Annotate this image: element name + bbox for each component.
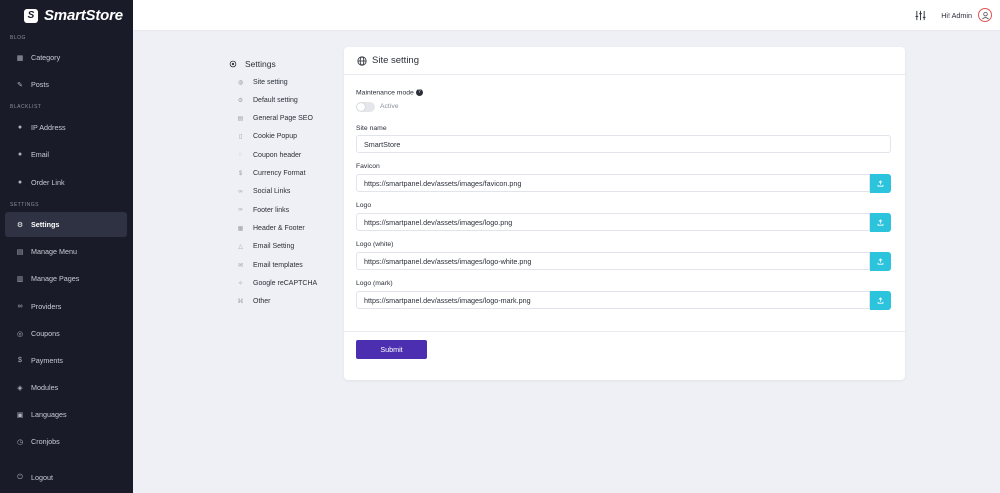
logo-label: Logo	[356, 202, 372, 209]
sidebar-item-providers[interactable]: ∞ Providers	[5, 294, 127, 319]
submenu-item-coupon-header[interactable]: ◌ Coupon header	[237, 150, 302, 160]
sidebar-item-posts[interactable]: ✎ Posts	[5, 72, 127, 97]
submenu-item-google-recaptcha[interactable]: ✧ Google reCAPTCHA	[237, 278, 317, 288]
sidebar-item-category[interactable]: ▦ Category	[5, 45, 127, 70]
grid-icon: ▦	[16, 54, 24, 62]
sidebar-item-languages[interactable]: ▣ Languages	[5, 402, 127, 427]
submenu-item-cookie-popup[interactable]: ▯ Cookie Popup	[237, 132, 297, 142]
bell-icon: △	[238, 244, 243, 251]
box-icon: ◈	[17, 384, 23, 392]
layout-icon: ▦	[237, 225, 244, 232]
captcha-icon: ✧	[237, 280, 244, 287]
card-divider	[344, 331, 905, 332]
maintenance-toggle-label: Active	[380, 103, 399, 110]
logout-icon: ⏻	[17, 473, 23, 481]
sidebar: S SmartStore BLOG ▦ Category ✎ Posts BLACK…	[0, 0, 133, 493]
submenu-item-currency-format[interactable]: $ Currency Format	[237, 169, 306, 179]
section-label-settings: SETTINGS	[10, 202, 40, 208]
section-label-blacklist: BLACKLIST	[10, 104, 42, 110]
card-header: Site setting	[344, 47, 905, 75]
globe-icon: ◍	[237, 79, 244, 86]
favicon-input[interactable]: https://smartpanel.dev/assets/images/fav…	[356, 174, 870, 192]
globe-icon	[357, 55, 367, 66]
maintenance-toggle[interactable]	[356, 102, 375, 112]
submenu-item-general-page-seo[interactable]: ▤ General Page SEO	[237, 114, 313, 124]
mail-icon: ✉	[237, 262, 244, 269]
bookmark-icon: ▯	[238, 134, 243, 141]
sidebar-item-order-link[interactable]: ● Order Link	[5, 170, 127, 195]
submenu-title: Settings	[229, 59, 276, 69]
dollar-icon: $	[238, 170, 243, 177]
submenu-item-footer-links[interactable]: ∞ Footer links	[237, 205, 289, 215]
logo-mark-input[interactable]: https://smartpanel.dev/assets/images/log…	[356, 291, 870, 309]
logo-mark-upload-button[interactable]	[870, 291, 891, 310]
card-title: Site setting	[372, 55, 419, 66]
brand[interactable]: S SmartStore	[0, 0, 133, 31]
user-icon	[981, 11, 989, 19]
submenu-item-social-links[interactable]: ∞ Social Links	[237, 187, 290, 197]
sidebar-item-payments[interactable]: $ Payments	[5, 348, 127, 373]
site-name-label: Site name	[356, 125, 387, 132]
site-setting-card: Site setting Maintenance mode ? Active S…	[344, 47, 905, 380]
clock-icon: ◷	[16, 438, 24, 446]
upload-icon	[877, 258, 884, 265]
logo-white-label: Logo (white)	[356, 241, 394, 248]
favicon-label: Favicon	[356, 163, 380, 170]
submenu-item-email-templates[interactable]: ✉ Email templates	[237, 260, 303, 270]
submenu-item-default-setting[interactable]: ⚙ Default setting	[237, 95, 298, 105]
link-icon: ∞	[238, 188, 243, 195]
logo-white-input[interactable]: https://smartpanel.dev/assets/images/log…	[356, 252, 870, 270]
topbar: Hi! Admin	[133, 0, 1000, 31]
command-icon: ⌘	[237, 299, 244, 306]
language-icon: ▣	[16, 411, 24, 419]
upload-icon	[877, 297, 884, 304]
menu-icon: ▤	[16, 248, 24, 256]
maintenance-label: Maintenance mode ?	[356, 89, 423, 96]
help-icon[interactable]: ?	[415, 89, 423, 96]
gear-icon	[229, 60, 237, 68]
submenu-item-header-footer[interactable]: ▦ Header & Footer	[237, 223, 305, 233]
submit-button[interactable]: Submit	[356, 340, 427, 359]
tag-icon: ◌	[238, 152, 243, 159]
user-block-icon: ●	[17, 124, 23, 131]
edit-icon: ✎	[17, 81, 23, 89]
gear-icon: ⚙	[237, 97, 244, 104]
gear-icon: ⚙	[16, 221, 24, 229]
sidebar-item-manage-pages[interactable]: ▥ Manage Pages	[5, 266, 127, 291]
dollar-icon: $	[18, 357, 22, 364]
sidebar-item-email[interactable]: ● Email	[5, 142, 127, 167]
avatar[interactable]	[978, 8, 992, 22]
user-block-icon: ●	[17, 151, 23, 158]
sidebar-item-settings[interactable]: ⚙ Settings	[5, 212, 127, 237]
submenu-item-site-setting[interactable]: ◍ Site setting	[237, 77, 288, 87]
submenu-item-email-setting[interactable]: △ Email Setting	[237, 242, 294, 252]
doc-icon: ▤	[237, 116, 244, 123]
link-icon: ∞	[17, 303, 23, 310]
brand-logo-icon: S	[24, 8, 38, 23]
site-name-input[interactable]: SmartStore	[356, 135, 891, 153]
sidebar-item-logout[interactable]: ⏻ Logout	[5, 465, 127, 490]
user-block-icon: ●	[17, 179, 23, 186]
sidebar-item-ip-address[interactable]: ● IP Address	[5, 115, 127, 140]
brand-name: SmartStore	[44, 7, 123, 24]
sidebar-item-manage-menu[interactable]: ▤ Manage Menu	[5, 239, 127, 264]
favicon-upload-button[interactable]	[870, 174, 891, 193]
user-greeting[interactable]: Hi! Admin	[941, 11, 972, 20]
logo-mark-label: Logo (mark)	[356, 280, 393, 287]
logo-white-upload-button[interactable]	[870, 252, 891, 271]
coupon-icon: ◎	[16, 330, 24, 338]
sidebar-item-coupons[interactable]: ◎ Coupons	[5, 321, 127, 346]
submenu-item-other[interactable]: ⌘ Other	[237, 297, 271, 307]
logo-input[interactable]: https://smartpanel.dev/assets/images/log…	[356, 213, 870, 231]
pages-icon: ▥	[16, 275, 24, 283]
section-label-blog: BLOG	[10, 35, 26, 41]
upload-icon	[877, 180, 884, 187]
sidebar-item-cronjobs[interactable]: ◷ Cronjobs	[5, 429, 127, 454]
logo-upload-button[interactable]	[870, 213, 891, 232]
sliders-icon[interactable]	[915, 10, 926, 21]
sidebar-item-modules[interactable]: ◈ Modules	[5, 375, 127, 400]
upload-icon	[877, 219, 884, 226]
link-icon: ∞	[238, 207, 243, 214]
